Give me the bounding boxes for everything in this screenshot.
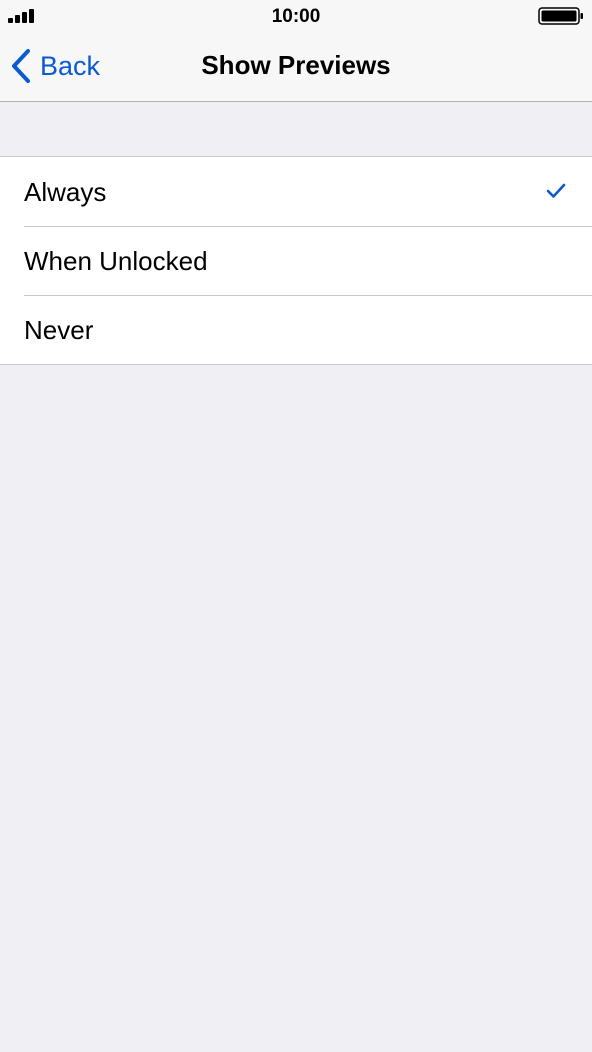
status-time: 10:00 [271, 6, 321, 27]
option-always[interactable]: Always [0, 157, 592, 226]
option-label: Always [24, 177, 107, 207]
preview-options-list: Always When Unlocked Never [0, 156, 592, 365]
option-label: Never [24, 315, 94, 345]
navigation-bar: Back Show Previews [0, 32, 592, 102]
option-never[interactable]: Never [0, 295, 592, 364]
back-label: Back [40, 51, 101, 81]
option-label: When Unlocked [24, 246, 208, 276]
chevron-left-icon [12, 49, 30, 83]
checkmark-icon [546, 183, 566, 198]
battery-full-icon [538, 7, 583, 25]
status-bar: 10:00 [0, 0, 592, 32]
back-button[interactable]: Back [10, 46, 100, 86]
option-when-unlocked[interactable]: When Unlocked [0, 226, 592, 295]
